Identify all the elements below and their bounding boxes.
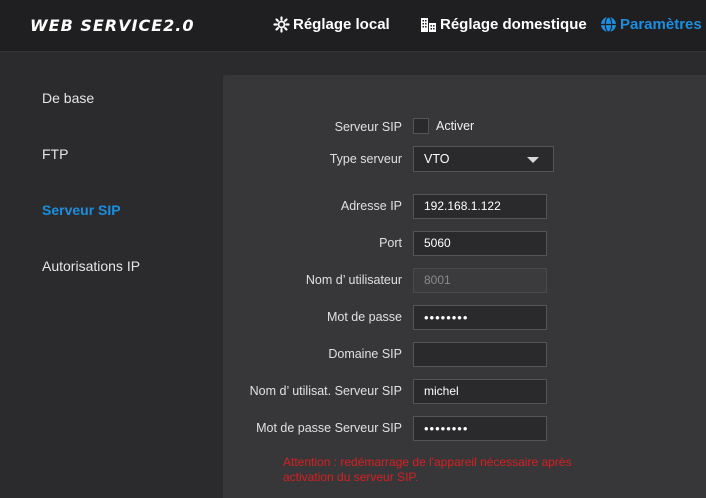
sip-server-username-label: Nom d’ utilisat. Serveur SIP <box>249 384 402 398</box>
server-type-select[interactable]: VTO <box>413 146 554 172</box>
sidebar-item-sip-server[interactable]: Serveur SIP <box>42 202 121 218</box>
server-type-label: Type serveur <box>329 152 402 166</box>
sidebar-item-ip-permissions[interactable]: Autorisations IP <box>42 258 140 274</box>
sip-enable-label[interactable]: Activer <box>436 119 474 133</box>
sip-domain-input[interactable] <box>413 342 547 367</box>
sidebar-item-basic[interactable]: De base <box>42 90 94 106</box>
globe-icon <box>600 16 617 33</box>
sidebar: De base FTP Serveur SIP Autorisations IP <box>0 52 222 498</box>
building-icon <box>420 16 437 33</box>
sip-server-password-label: Mot de passe Serveur SIP <box>256 421 402 435</box>
app-logo: WEB SERVICE2.0 <box>30 16 195 35</box>
sip-enable-checkbox[interactable] <box>413 118 429 134</box>
sip-server-username-input[interactable]: michel <box>413 379 547 404</box>
password-input[interactable]: •••••••• <box>413 305 547 330</box>
nav-local-settings-label: Réglage local <box>293 16 390 33</box>
sidebar-item-ftp[interactable]: FTP <box>42 146 68 162</box>
nav-local-settings[interactable]: Réglage local <box>273 16 390 33</box>
sip-server-password-input[interactable]: •••••••• <box>413 416 547 441</box>
server-type-value: VTO <box>424 152 450 166</box>
port-input[interactable]: 5060 <box>413 231 547 256</box>
ip-address-label: Adresse IP <box>340 199 402 213</box>
password-label: Mot de passe <box>326 310 402 324</box>
nav-home-settings-label: Réglage domestique <box>440 16 587 33</box>
port-label: Port <box>379 236 402 250</box>
username-label: Nom d’ utilisateur <box>305 273 402 287</box>
gear-icon <box>273 16 290 33</box>
chevron-down-icon <box>527 157 539 163</box>
sip-server-label: Serveur SIP <box>334 120 402 134</box>
sip-domain-label: Domaine SIP <box>328 347 402 361</box>
nav-network-parameters-label: Paramètres r <box>620 16 706 33</box>
username-input[interactable]: 8001 <box>413 268 547 293</box>
ip-address-input[interactable]: 192.168.1.122 <box>413 194 547 219</box>
nav-home-settings[interactable]: Réglage domestique <box>420 16 587 33</box>
top-bar: WEB SERVICE2.0 Réglage local Réglage dom… <box>0 0 706 52</box>
restart-warning: Attention : redémarrage de l'appareil né… <box>283 455 572 484</box>
nav-network-parameters[interactable]: Paramètres r <box>600 16 706 33</box>
